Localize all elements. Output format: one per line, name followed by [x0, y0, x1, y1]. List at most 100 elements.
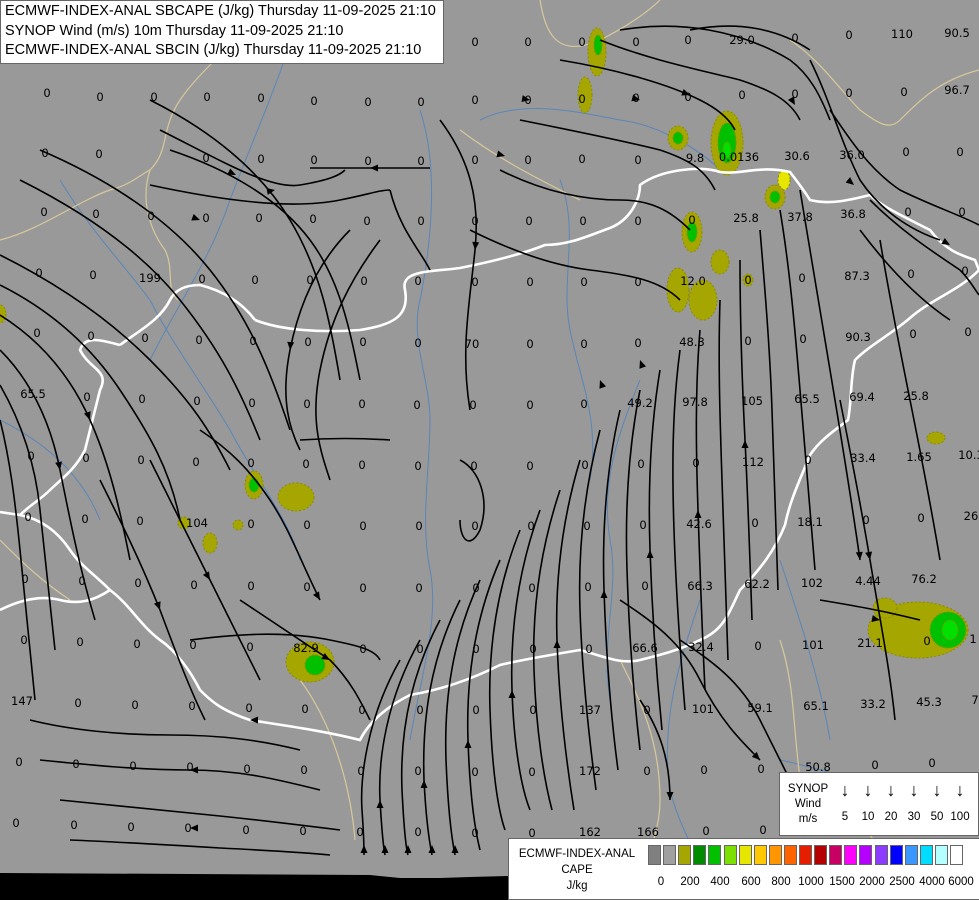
- weather-map: 0 0 0 0 0 29.0 0 0 110 90.50 0 0 0 0 0 0 0 0 0 0 0 0 0 0 0 0 96.70…: [0, 0, 979, 900]
- station-value: 0: [791, 31, 798, 45]
- station-value: 0: [190, 578, 197, 592]
- station-value: 0: [759, 823, 766, 837]
- cape-swatch: [708, 845, 722, 865]
- station-value: 0: [255, 211, 262, 225]
- station-value: 0: [961, 264, 968, 278]
- cape-tick-label: 6000: [948, 876, 974, 888]
- station-value: 0: [578, 152, 585, 166]
- station-value: 0: [89, 268, 96, 282]
- station-value: 0: [40, 205, 47, 219]
- station-value: 65.5: [20, 387, 46, 401]
- station-value: 76.2: [911, 572, 937, 586]
- station-value: 0: [257, 91, 264, 105]
- station-value: 0: [21, 572, 28, 586]
- station-value: 0: [632, 35, 639, 49]
- station-value: 0: [964, 325, 971, 339]
- cape-tick-label: 200: [680, 876, 700, 888]
- title-line-cape: ECMWF-INDEX-ANAL SBCAPE (J/kg) Thursday …: [5, 3, 436, 19]
- station-value: 0: [364, 154, 371, 168]
- station-value: 0: [137, 453, 144, 467]
- station-value: 0: [526, 337, 533, 351]
- station-value: 0: [692, 456, 699, 470]
- wind-legend-label-line: SYNOP: [787, 783, 829, 795]
- station-value: 147: [11, 694, 33, 708]
- station-value: 66.6: [632, 641, 658, 655]
- station-value: 0: [12, 816, 19, 830]
- station-value: 0: [471, 35, 478, 49]
- station-value: 0: [202, 211, 209, 225]
- station-value: 18.1: [797, 515, 823, 529]
- station-value: 0: [845, 86, 852, 100]
- cape-tick-label: 1500: [829, 876, 855, 888]
- cape-tick-label: 600: [741, 876, 761, 888]
- station-value: 0: [637, 457, 644, 471]
- station-value: 0: [359, 519, 366, 533]
- station-value: 0: [744, 273, 751, 287]
- station-value: 0: [524, 153, 531, 167]
- station-value: 1.65: [906, 450, 932, 464]
- station-value: 0: [134, 576, 141, 590]
- station-value: 0: [299, 824, 306, 838]
- station-value: 0: [193, 394, 200, 408]
- station-value: 0: [15, 755, 22, 769]
- station-value: 0: [198, 272, 205, 286]
- station-value: 105: [741, 394, 763, 408]
- station-value: 0: [202, 151, 209, 165]
- station-value: 0: [524, 93, 531, 107]
- station-value: 0: [43, 86, 50, 100]
- station-value: 0: [247, 456, 254, 470]
- station-value: 0: [471, 153, 478, 167]
- station-value: 90.3: [845, 330, 871, 344]
- station-value: 7: [971, 693, 978, 707]
- wind-arrow-icon: ↓: [955, 780, 965, 800]
- cape-tick-label: 0: [657, 876, 665, 888]
- station-value: 0: [41, 146, 48, 160]
- station-value: 0: [20, 633, 27, 647]
- station-value: 162: [579, 825, 601, 839]
- station-value: 102: [801, 576, 823, 590]
- station-value: 0: [303, 518, 310, 532]
- wind-speed-label: 100: [950, 811, 970, 823]
- station-value: 137: [579, 703, 601, 717]
- station-value: 0: [247, 517, 254, 531]
- station-value: 4.44: [855, 574, 881, 588]
- station-value: 0: [203, 90, 210, 104]
- station-value: 0: [35, 266, 42, 280]
- cape-legend-label-line: ECMWF-INDEX-ANAL: [518, 848, 636, 860]
- station-value: 0: [585, 642, 592, 656]
- station-value: 9.8: [686, 151, 704, 165]
- cape-swatch: [663, 845, 677, 865]
- station-value: 0: [871, 758, 878, 772]
- station-value: 33.2: [860, 697, 886, 711]
- station-value: 0: [147, 209, 154, 223]
- station-value: 0: [251, 273, 258, 287]
- station-value: 0: [791, 87, 798, 101]
- station-value: 0: [415, 519, 422, 533]
- station-value: 0: [754, 639, 761, 653]
- station-value: 48.3: [679, 335, 705, 349]
- station-value: 0: [643, 703, 650, 717]
- station-value: 0: [96, 90, 103, 104]
- station-value: 0: [33, 326, 40, 340]
- station-value: 0: [304, 335, 311, 349]
- station-value: 0: [700, 763, 707, 777]
- station-value: 36.0: [839, 148, 865, 162]
- title-line-wind: SYNOP Wind (m/s) 10m Thursday 11-09-2025…: [5, 22, 344, 39]
- station-value: 0: [81, 512, 88, 526]
- station-value: 0: [580, 275, 587, 289]
- station-value: 0: [643, 764, 650, 778]
- station-value: 0: [798, 271, 805, 285]
- wind-speed-label: 10: [861, 811, 875, 823]
- station-value: 0: [470, 459, 477, 473]
- station-value: 0: [799, 332, 806, 346]
- station-value: 166: [637, 825, 659, 839]
- station-value: 0: [92, 207, 99, 221]
- station-value: 0: [131, 698, 138, 712]
- station-value: 0: [242, 823, 249, 837]
- station-value: 25.8: [903, 389, 929, 403]
- station-value: 0: [928, 756, 935, 770]
- station-value: 0: [72, 757, 79, 771]
- station-value: 59.1: [747, 701, 773, 715]
- cape-swatch: [723, 845, 737, 865]
- station-value: 0: [358, 703, 365, 717]
